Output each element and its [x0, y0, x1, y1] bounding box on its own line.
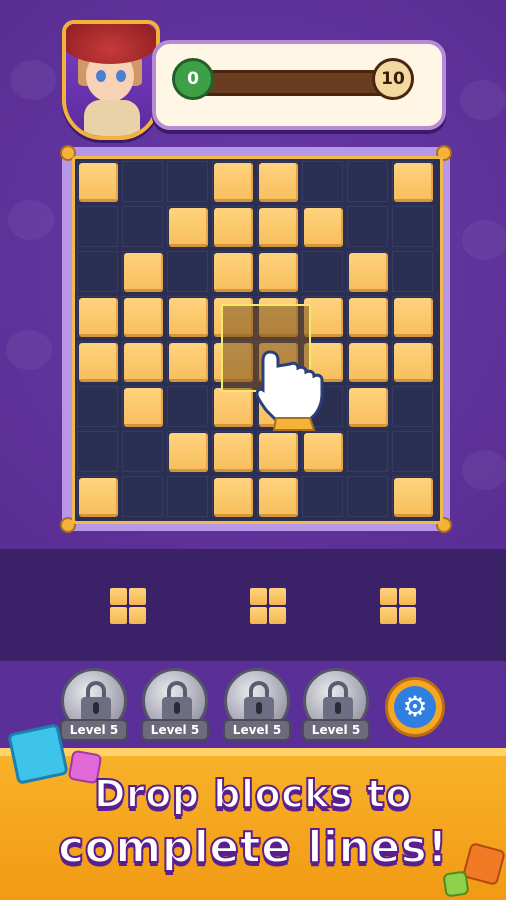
board-block	[349, 388, 388, 427]
board-block	[214, 433, 253, 472]
board-block	[79, 478, 118, 517]
board-block	[124, 388, 163, 427]
progress-bar	[184, 70, 404, 96]
board-block	[169, 208, 208, 247]
level-label: Level 5	[141, 719, 209, 741]
level-label: Level 5	[60, 719, 128, 741]
level-label: Level 5	[302, 719, 370, 741]
board-cell[interactable]	[392, 431, 433, 472]
board-block	[79, 298, 118, 337]
settings-button[interactable]: ⚙	[385, 677, 445, 737]
board-cell[interactable]	[347, 206, 388, 247]
board-cell[interactable]	[77, 251, 118, 292]
gear-icon: ⚙	[394, 686, 436, 728]
progress-target-badge: 10	[372, 58, 414, 100]
board-block	[124, 253, 163, 292]
level-label: Level 5	[223, 719, 291, 741]
board-cell[interactable]	[167, 161, 208, 202]
board-cell[interactable]	[122, 476, 163, 517]
progress-current-badge: 0	[172, 58, 214, 100]
board-cell[interactable]	[77, 431, 118, 472]
board-cell[interactable]	[347, 476, 388, 517]
board-block	[394, 343, 433, 382]
board-block	[214, 253, 253, 292]
board-block	[349, 343, 388, 382]
board-block	[169, 343, 208, 382]
tray-piece-square[interactable]	[380, 588, 416, 624]
board-cell[interactable]	[392, 386, 433, 427]
board-cell[interactable]	[167, 251, 208, 292]
board-cell[interactable]	[77, 386, 118, 427]
game-board	[60, 145, 452, 533]
paw-pattern	[462, 450, 506, 490]
board-block	[394, 298, 433, 337]
board-block	[79, 163, 118, 202]
pointer-hand-icon	[256, 350, 324, 431]
board-block	[394, 478, 433, 517]
board-block	[124, 343, 163, 382]
board-cell[interactable]	[167, 386, 208, 427]
character-avatar	[62, 20, 160, 140]
board-cell[interactable]	[392, 206, 433, 247]
board-block	[169, 298, 208, 337]
paw-pattern	[6, 330, 52, 370]
board-cell[interactable]	[122, 431, 163, 472]
board-block	[214, 163, 253, 202]
board-cell[interactable]	[122, 206, 163, 247]
board-cell[interactable]	[302, 161, 343, 202]
tray-piece-square[interactable]	[250, 588, 286, 624]
progress-panel: 0 10	[152, 40, 446, 130]
board-block	[349, 253, 388, 292]
board-block	[259, 208, 298, 247]
board-cell[interactable]	[392, 251, 433, 292]
board-block	[349, 298, 388, 337]
board-block	[214, 388, 253, 427]
board-block	[304, 433, 343, 472]
board-cell[interactable]	[347, 431, 388, 472]
board-cell[interactable]	[302, 251, 343, 292]
board-block	[259, 253, 298, 292]
paw-pattern	[10, 60, 56, 100]
board-cell[interactable]	[167, 476, 208, 517]
board-cell[interactable]	[347, 161, 388, 202]
decor-cube	[442, 870, 470, 898]
promo-headline-line2: complete lines!	[57, 821, 448, 874]
paw-pattern	[460, 80, 506, 120]
board-block	[214, 208, 253, 247]
board-block	[304, 208, 343, 247]
board-block	[214, 478, 253, 517]
board-block	[79, 343, 118, 382]
board-block	[124, 298, 163, 337]
board-block	[259, 433, 298, 472]
board-block	[259, 478, 298, 517]
board-block	[259, 163, 298, 202]
promo-headline-line1: Drop blocks to	[93, 771, 413, 817]
board-block	[394, 163, 433, 202]
board-cell[interactable]	[302, 476, 343, 517]
tray-piece-square[interactable]	[110, 588, 146, 624]
board-grid[interactable]	[72, 156, 443, 524]
paw-pattern	[8, 200, 54, 240]
paw-pattern	[462, 220, 506, 260]
board-cell[interactable]	[77, 206, 118, 247]
board-cell[interactable]	[122, 161, 163, 202]
board-block	[169, 433, 208, 472]
